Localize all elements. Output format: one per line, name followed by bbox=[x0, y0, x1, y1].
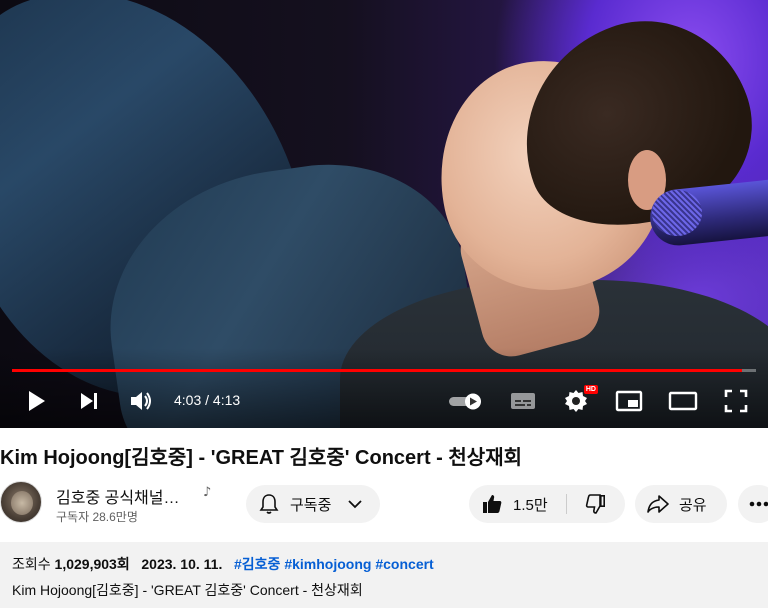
microphone-grill bbox=[652, 190, 702, 236]
music-note-icon: ♪ bbox=[203, 485, 212, 500]
volume-button[interactable] bbox=[126, 382, 156, 420]
subtitles-icon bbox=[511, 393, 535, 409]
miniplayer-button[interactable] bbox=[614, 382, 644, 420]
subscribe-label: 구독중 bbox=[290, 496, 332, 514]
autoplay-toggle-icon bbox=[449, 393, 481, 410]
time-display: 4:03 / 4:13 bbox=[174, 392, 240, 408]
chevron-down-icon bbox=[348, 500, 363, 509]
subscribe-button[interactable]: 구독중 bbox=[246, 485, 380, 523]
hashtag-link[interactable]: #kimhojoong bbox=[284, 556, 371, 572]
share-icon bbox=[647, 495, 669, 513]
more-horizontal-icon bbox=[749, 501, 768, 507]
views-value: 1,029,903회 bbox=[54, 556, 130, 572]
description-text: Kim Hojoong[김호중] - 'GREAT 김호중' Concert -… bbox=[12, 582, 363, 598]
like-dislike-group: 1.5만 bbox=[469, 485, 625, 523]
volume-icon bbox=[131, 392, 151, 410]
hashtag-link[interactable]: #김호중 bbox=[234, 556, 280, 572]
channel-avatar[interactable] bbox=[0, 481, 42, 523]
subtitles-button[interactable] bbox=[508, 382, 538, 420]
description-box[interactable]: 조회수 1,029,903회 2023. 10. 11. #김호중 #kimho… bbox=[0, 542, 768, 608]
more-actions-button[interactable] bbox=[738, 485, 768, 523]
dislike-button[interactable] bbox=[566, 485, 625, 523]
fullscreen-icon bbox=[724, 389, 748, 413]
theater-button[interactable] bbox=[666, 382, 700, 420]
play-button[interactable] bbox=[22, 382, 52, 420]
next-button[interactable] bbox=[74, 382, 104, 420]
share-button[interactable]: 공유 bbox=[635, 485, 727, 523]
bell-icon bbox=[259, 494, 279, 514]
thumbs-up-icon bbox=[483, 495, 502, 513]
progress-bar[interactable] bbox=[12, 369, 756, 372]
time-total: 4:13 bbox=[212, 392, 241, 408]
like-count: 1.5만 bbox=[513, 496, 548, 514]
description-meta: 조회수 1,029,903회 2023. 10. 11. #김호중 #kimho… bbox=[12, 554, 756, 574]
time-separator: / bbox=[201, 392, 213, 408]
video-player[interactable]: 4:03 / 4:13 HD bbox=[0, 0, 768, 428]
like-button[interactable]: 1.5만 bbox=[469, 485, 566, 523]
thumbs-down-icon bbox=[585, 494, 605, 514]
settings-button[interactable]: HD bbox=[560, 382, 598, 420]
theater-icon bbox=[668, 391, 698, 411]
hashtag-link[interactable]: #concert bbox=[375, 556, 433, 572]
autoplay-toggle[interactable] bbox=[446, 382, 486, 420]
channel-name[interactable]: 김호중 공식채널… bbox=[56, 484, 180, 508]
hd-badge: HD bbox=[583, 385, 598, 394]
upload-date: 2023. 10. 11. bbox=[141, 556, 223, 572]
video-title: Kim Hojoong[김호중] - 'GREAT 김호중' Concert -… bbox=[0, 447, 522, 469]
channel-row: 김호중 공식채널… ♪ 구독자 28.6만명 구독중 1.5만 공유 bbox=[0, 478, 768, 532]
player-controls: 4:03 / 4:13 HD bbox=[0, 382, 768, 420]
miniplayer-icon bbox=[615, 390, 643, 412]
avatar-portrait bbox=[11, 491, 33, 515]
progress-fill bbox=[12, 369, 742, 372]
subscriber-count: 구독자 28.6만명 bbox=[56, 510, 138, 524]
like-divider bbox=[566, 494, 567, 514]
views-label: 조회수 bbox=[12, 556, 51, 572]
time-current: 4:03 bbox=[174, 392, 202, 408]
play-icon bbox=[29, 391, 45, 411]
share-label: 공유 bbox=[679, 496, 707, 514]
fullscreen-button[interactable] bbox=[720, 382, 752, 420]
next-icon bbox=[81, 393, 97, 409]
